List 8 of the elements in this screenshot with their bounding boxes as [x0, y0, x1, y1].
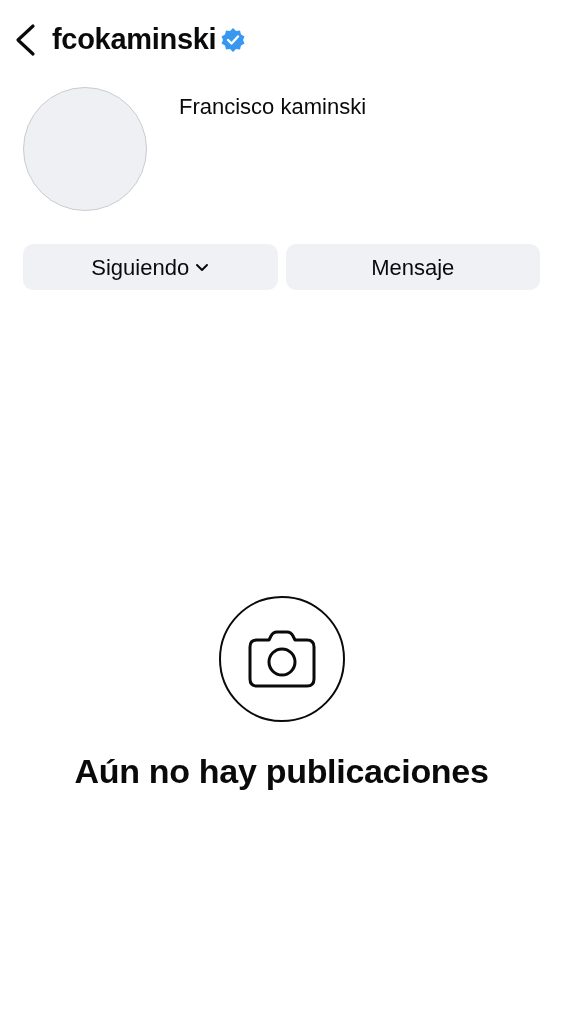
back-icon[interactable] — [14, 23, 36, 57]
camera-icon — [218, 596, 345, 722]
username: fcokaminski — [52, 22, 217, 58]
following-button[interactable]: Siguiendo — [23, 244, 278, 290]
empty-state-title: Aún no hay publicaciones — [74, 751, 489, 792]
message-button[interactable]: Mensaje — [285, 244, 540, 290]
caret-icon — [195, 262, 210, 272]
display-name: Francisco kaminski — [179, 93, 367, 121]
